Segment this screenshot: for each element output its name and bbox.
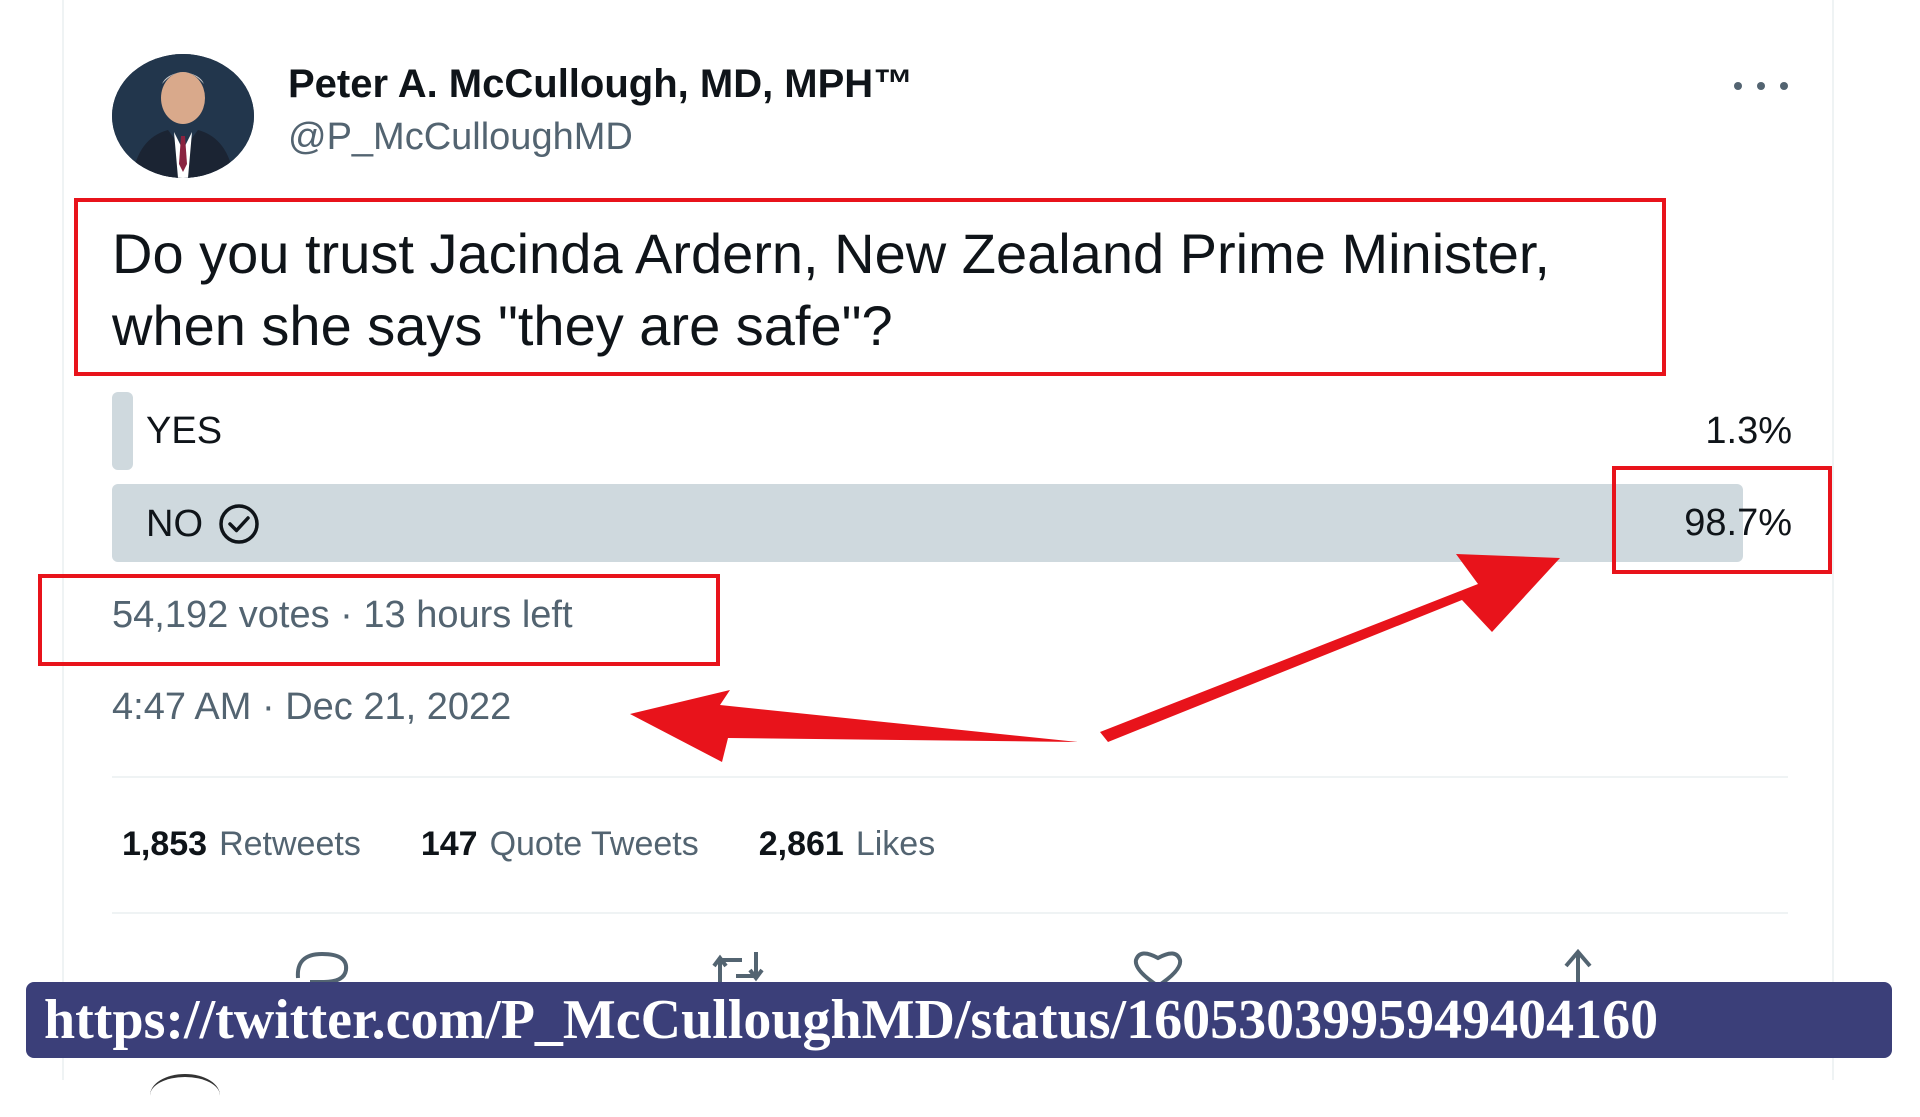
author-display-name[interactable]: Peter A. McCullough, MD, MPH™ [288,62,913,107]
quote-tweets-count: 147 [420,825,478,863]
quote-tweets-stat[interactable]: 147 Quote Tweets [421,825,699,864]
annotation-box-percent [1612,466,1832,574]
tweet-timestamp[interactable]: 4:47 AM · Dec 21, 2022 [112,686,511,729]
quote-tweets-label: Quote Tweets [489,825,699,863]
poll-option-label: YES [146,410,222,453]
annotation-box-votes [38,574,720,666]
retweets-stat[interactable]: 1,853 Retweets [122,825,361,864]
annotation-box-question [74,198,1666,376]
next-avatar-edge [150,1074,220,1117]
likes-label: Likes [855,825,936,863]
poll-yes-percent: 1.3% [1705,410,1792,452]
poll-no-label: NO [146,502,203,545]
poll-option-yes: YES 1.3% [112,392,1792,470]
avatar[interactable] [112,54,254,178]
author-handle[interactable]: @P_McCulloughMD [288,116,633,159]
poll-option-no: NO 98.7% [112,484,1792,562]
engagement-stats: 1,853 Retweets 147 Quote Tweets 2,861 Likes [122,825,935,864]
url-banner: https://twitter.com/P_McCulloughMD/statu… [26,982,1892,1058]
likes-stat[interactable]: 2,861 Likes [759,825,935,864]
profile-photo [112,54,254,178]
tweet-url[interactable]: https://twitter.com/P_McCulloughMD/statu… [44,988,1658,1052]
check-circle-icon [219,504,259,544]
poll-yes-label: YES [146,410,223,452]
more-options-icon[interactable] [1734,66,1788,106]
poll-bar-yes [112,392,133,470]
likes-count: 2,861 [758,825,844,863]
poll-bar-no [112,484,1743,562]
poll-option-label: NO [146,502,261,546]
retweets-count: 1,853 [122,825,208,863]
retweets-label: Retweets [219,825,361,863]
divider [112,912,1788,914]
divider [112,776,1788,778]
